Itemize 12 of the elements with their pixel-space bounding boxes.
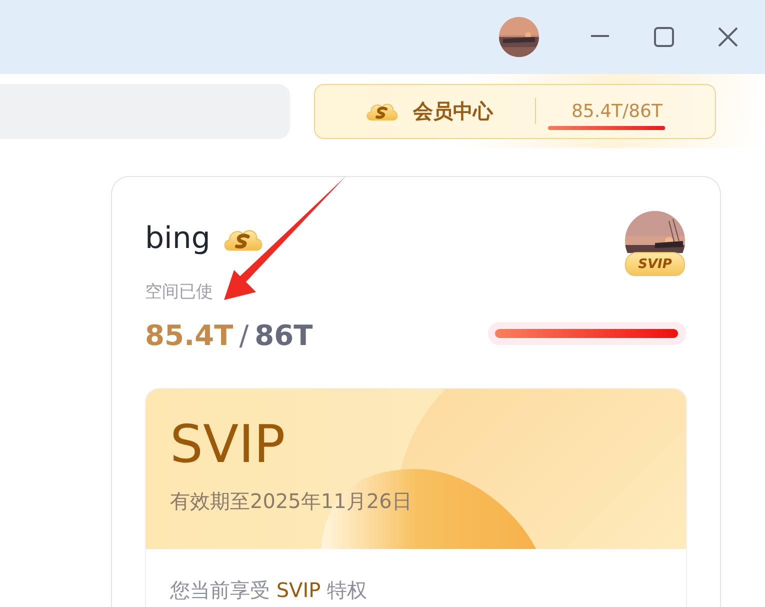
storage-label: 空间已使 xyxy=(145,281,214,303)
used-storage: 85.4T xyxy=(145,319,234,352)
tier-title: SVIP xyxy=(170,417,286,474)
username: bing xyxy=(145,221,210,256)
maximize-icon[interactable] xyxy=(653,26,675,48)
member-center-button[interactable]: 会员中心 85.4T/86T xyxy=(314,84,716,138)
total-storage: 86T xyxy=(254,319,313,352)
privilege-text: 您当前享受 SVIP 特权 xyxy=(170,577,368,604)
expiry-date: 有效期至2025年11月26日 xyxy=(170,488,413,516)
svip-badge: SVIP xyxy=(625,252,685,276)
close-icon[interactable] xyxy=(717,26,739,48)
separator: / xyxy=(239,319,249,352)
